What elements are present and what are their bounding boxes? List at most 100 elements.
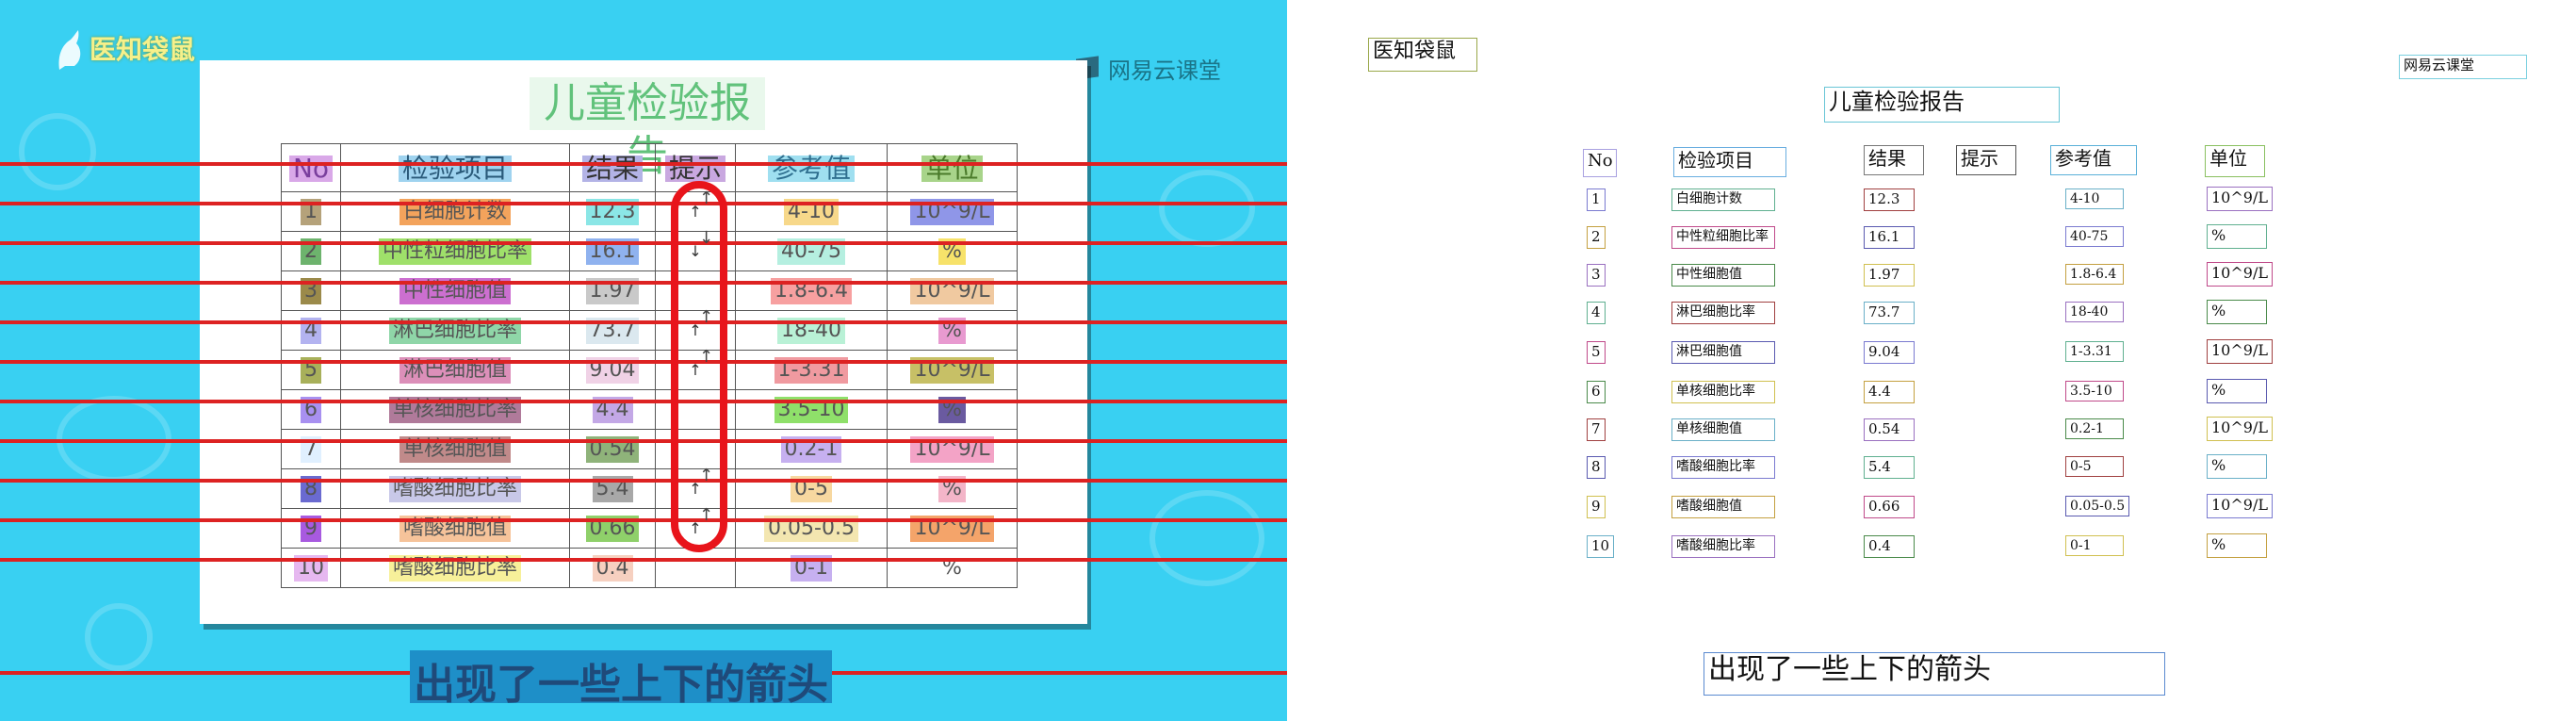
row-result-cell: 1.97 <box>569 270 656 311</box>
row-item-cell: 嗜酸细胞值 <box>340 508 570 549</box>
ocr-row-result: 0.54 <box>1864 418 1915 441</box>
brand-logo-left: 医知袋鼠 <box>52 28 201 72</box>
row-item-cell: 单核细胞值 <box>340 429 570 469</box>
report-sheet: 儿童检验报告 No 检验项目 结果 提示 参考值 单位 1 白细胞计数 12.3 ↑ 4… <box>200 60 1087 624</box>
ocr-brand-left: 医知袋鼠 <box>1368 38 1477 72</box>
subtitle-caption: 出现了一些上下的箭头 <box>410 650 832 709</box>
row-flag-cell <box>655 548 736 588</box>
ocr-row-ref: 40-75 <box>2065 226 2124 247</box>
ocr-col-flag: 提示 <box>1956 145 2016 175</box>
row-result-cell: 16.1 <box>569 231 656 271</box>
brand-logo-right: 网易云课堂 <box>1074 52 1221 84</box>
col-header-item: 检验项目 <box>398 155 512 182</box>
ocr-row-no: 3 <box>1587 264 1606 287</box>
ocr-report-title: 儿童检验报告 <box>1824 87 2060 123</box>
row-no-cell: 4 <box>281 310 341 351</box>
row-no-cell: 7 <box>281 429 341 469</box>
row-ref-cell: 3.5-10 <box>735 389 888 430</box>
row-result-cell: 0.54 <box>569 429 656 469</box>
ocr-row-result: 0.66 <box>1864 496 1915 518</box>
ocr-row-unit: % <box>2207 300 2267 324</box>
ocr-row-unit: % <box>2207 224 2267 249</box>
row-unit-cell: % <box>887 231 1018 271</box>
background-bubble <box>1149 490 1264 586</box>
ocr-row-item: 单核细胞比率 <box>1671 381 1775 403</box>
ocr-row-ref: 18-40 <box>2065 302 2124 322</box>
table-row: 5 淋巴细胞值 9.04 ↑ 1-3.31 10^9/L <box>281 350 1018 390</box>
ocr-row-unit: 10^9/L <box>2207 417 2273 441</box>
ocr-row-unit: % <box>2207 454 2267 479</box>
annotation-line <box>0 479 1287 483</box>
table-row: 8 嗜酸细胞比率 5.4 ↑ 0-5% <box>281 468 1018 509</box>
col-header-ref: 参考值 <box>767 155 855 182</box>
row-ref-cell: 0.2-1 <box>735 429 888 469</box>
col-header-result: 结果 <box>581 155 643 182</box>
background-bubble <box>85 603 153 671</box>
ocr-row-ref: 0-5 <box>2065 456 2124 477</box>
up-arrow-icon: ↑ <box>699 505 714 525</box>
row-result-cell: 73.7 <box>569 310 656 351</box>
row-unit-cell: 10^9/L <box>887 191 1018 232</box>
ocr-row-unit: 10^9/L <box>2207 187 2273 211</box>
row-ref-cell: 1-3.31 <box>735 350 888 390</box>
ocr-row-item: 中性粒细胞比率 <box>1671 226 1775 249</box>
ocr-row-no: 2 <box>1587 226 1606 249</box>
ocr-row-ref: 4-10 <box>2065 188 2124 209</box>
annotation-line <box>0 518 1287 522</box>
video-frame: 医知袋鼠 网易云课堂 儿童检验报告 No 检验项目 结果 提示 参考值 单位 1… <box>0 0 1287 721</box>
annotation-line <box>0 162 1287 166</box>
ocr-col-unit: 单位 <box>2205 145 2265 177</box>
ocr-row-unit: 10^9/L <box>2207 262 2273 287</box>
row-unit-cell: % <box>887 310 1018 351</box>
ocr-row-unit: 10^9/L <box>2207 339 2273 364</box>
row-result-cell: 0.66 <box>569 508 656 549</box>
row-item-cell: 中性粒细胞比率 <box>340 231 570 271</box>
row-ref-cell: 0-5 <box>735 468 888 509</box>
ocr-row-ref: 1.8-6.4 <box>2065 264 2124 285</box>
row-unit-cell: % <box>887 468 1018 509</box>
row-item-cell: 淋巴细胞值 <box>340 350 570 390</box>
table-row: 7 单核细胞值 0.54 0.2-1 10^9/L <box>281 429 1018 469</box>
ocr-row-item: 嗜酸细胞比率 <box>1671 535 1775 558</box>
row-item-cell: 嗜酸细胞比率 <box>340 468 570 509</box>
ocr-row-ref: 0-1 <box>2065 535 2124 556</box>
up-arrow-icon: ↑ <box>699 347 714 367</box>
up-arrow-icon: ↑ <box>699 188 714 208</box>
ocr-row-item: 淋巴细胞值 <box>1671 341 1775 364</box>
row-no-cell: 10 <box>281 548 341 588</box>
row-ref-cell: 4-10 <box>735 191 888 232</box>
ocr-row-ref: 0.2-1 <box>2065 418 2124 439</box>
annotation-line <box>0 360 1287 364</box>
table-header-row: No 检验项目 结果 提示 参考值 单位 <box>281 143 1018 192</box>
ocr-row-result: 73.7 <box>1864 302 1915 324</box>
row-no-cell: 6 <box>281 389 341 430</box>
row-unit-cell: 10^9/L <box>887 508 1018 549</box>
row-item-cell: 嗜酸细胞比率 <box>340 548 570 588</box>
ocr-row-item: 白细胞计数 <box>1671 188 1775 211</box>
ocr-row-no: 1 <box>1587 188 1606 211</box>
row-result-cell: 5.4 <box>569 468 656 509</box>
report-title: 儿童检验报告 <box>530 77 765 180</box>
col-header-no: No <box>288 155 334 182</box>
ocr-row-unit: % <box>2207 379 2267 403</box>
brand-right-text: 网易云课堂 <box>1108 57 1221 84</box>
ocr-row-unit: % <box>2207 533 2267 558</box>
annotation-line <box>0 241 1287 245</box>
ocr-row-no: 5 <box>1587 341 1606 364</box>
ocr-row-ref: 1-3.31 <box>2065 341 2124 362</box>
row-no-cell: 2 <box>281 231 341 271</box>
row-item-cell: 单核细胞比率 <box>340 389 570 430</box>
up-arrow-icon: ↑ <box>699 466 714 485</box>
table-row: 6 单核细胞比率 4.4 3.5-10% <box>281 389 1018 430</box>
row-item-cell: 淋巴细胞比率 <box>340 310 570 351</box>
row-ref-cell: 0-1 <box>735 548 888 588</box>
down-arrow-icon: ↓ <box>699 228 714 248</box>
ocr-row-no: 7 <box>1587 418 1606 441</box>
brand-left-text: 医知袋鼠 <box>90 34 196 65</box>
row-item-cell: 白细胞计数 <box>340 191 570 232</box>
row-ref-cell: 18-40 <box>735 310 888 351</box>
table-row: 4 淋巴细胞比率 73.7 ↑ 18-40% <box>281 310 1018 351</box>
background-bubble <box>19 113 96 190</box>
annotation-line <box>0 558 1287 562</box>
ocr-row-item: 淋巴细胞比率 <box>1671 302 1775 324</box>
